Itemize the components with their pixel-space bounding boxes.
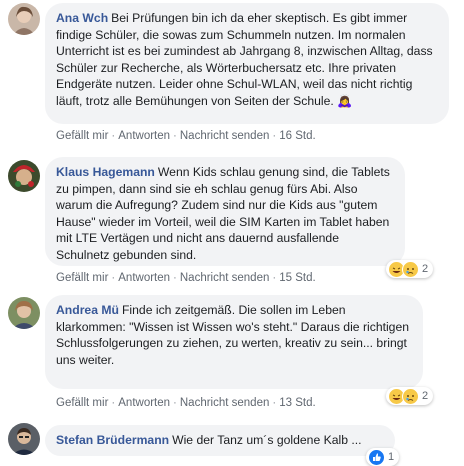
timestamp[interactable]: 15 Std.	[279, 272, 315, 284]
comment-bubble: Klaus Hagemann Wenn Kids schlau genung si…	[45, 157, 405, 266]
like-link[interactable]: Gefällt mir	[56, 130, 108, 142]
avatar[interactable]	[8, 160, 40, 192]
comment-text: Wie der Tanz um´s goldene Kalb ...	[172, 433, 362, 447]
like-link[interactable]: Gefällt mir	[56, 397, 108, 409]
separator: ·	[173, 130, 177, 142]
timestamp[interactable]: 13 Std.	[279, 397, 315, 409]
comment-author[interactable]: Stefan Brüdermann	[56, 433, 169, 447]
comment-author[interactable]: Klaus Hagemann	[56, 165, 155, 179]
separator: ·	[272, 397, 277, 409]
like-icon	[368, 448, 385, 466]
reply-link[interactable]: Antworten	[118, 397, 170, 409]
comment-actions: Gefällt mir · Antworten · Nachricht senden · 1…	[56, 397, 316, 409]
reaction-count: 1	[388, 451, 395, 463]
sad-icon	[402, 387, 419, 405]
separator: ·	[272, 130, 277, 142]
comment-author[interactable]: Ana Wch	[56, 11, 108, 25]
comment-text: Wenn Kids schlau genung sind, die Tablet…	[56, 165, 390, 262]
avatar[interactable]	[8, 423, 40, 455]
comment-actions: Gefällt mir · Antworten · Nachricht senden · 1…	[56, 130, 316, 142]
separator: ·	[111, 130, 116, 142]
sad-icon	[402, 260, 419, 278]
comment-bubble: Ana Wch Bei Prüfungen bin ich da eher ske…	[45, 3, 449, 124]
avatar[interactable]	[8, 297, 40, 329]
reply-link[interactable]: Antworten	[118, 130, 170, 142]
comment-actions: Gefällt mir · Antworten · Nachricht senden · 1…	[56, 272, 316, 284]
comment-bubble: Andrea Mü Finde ich zeitgemäß. Die sollen…	[45, 295, 423, 389]
avatar[interactable]	[8, 3, 40, 35]
separator: ·	[173, 272, 177, 284]
comment-bubble: Stefan Brüdermann Wie der Tanz um´s golde…	[45, 425, 395, 456]
comment-text: Bei Prüfungen bin ich da eher skeptisch.…	[56, 11, 433, 108]
separator: ·	[173, 397, 177, 409]
like-link[interactable]: Gefällt mir	[56, 272, 108, 284]
timestamp[interactable]: 16 Std.	[279, 130, 315, 142]
reactions-badge[interactable]: 1	[366, 448, 400, 466]
reaction-count: 2	[422, 390, 429, 402]
separator: ·	[111, 272, 116, 284]
comment-author[interactable]: Andrea Mü	[56, 303, 119, 317]
reactions-badge[interactable]: 2	[386, 387, 434, 405]
send-message-link[interactable]: Nachricht senden	[180, 397, 270, 409]
separator: ·	[111, 397, 116, 409]
send-message-link[interactable]: Nachricht senden	[180, 130, 270, 142]
reaction-count: 2	[422, 263, 429, 275]
reply-link[interactable]: Antworten	[118, 272, 170, 284]
separator: ·	[272, 272, 277, 284]
reactions-badge[interactable]: 2	[386, 260, 434, 278]
send-message-link[interactable]: Nachricht senden	[180, 272, 270, 284]
